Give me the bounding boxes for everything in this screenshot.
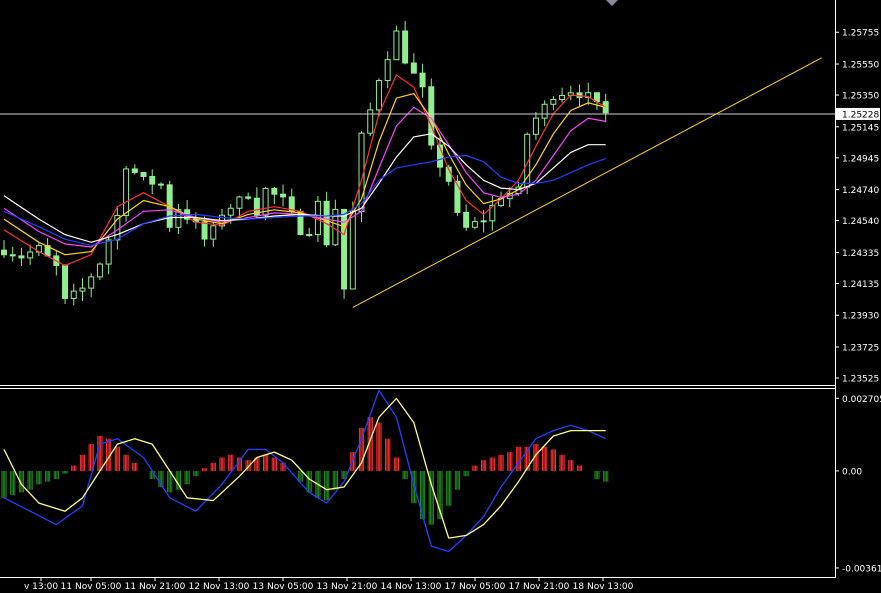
time-tick-label: 18 Nov 13:00 <box>573 582 634 592</box>
time-tick-label: 11 Nov 21:00 <box>125 582 186 592</box>
price-tick-label: 1.25755 <box>842 29 879 39</box>
chart-canvas: 1.25228 1.25755 1.25550 1.25350 1.25145 1.24… <box>0 0 881 593</box>
price-tick-label: 1.23525 <box>842 375 879 385</box>
price-tick-label: 1.25550 <box>842 61 879 71</box>
price-tick-label: 1.25350 <box>842 92 879 102</box>
candle <box>62 264 69 304</box>
price-tick-label: 1.24335 <box>842 249 879 259</box>
current-price-label: 1.25228 <box>842 110 879 120</box>
time-tick-label: 17 Nov 21:00 <box>509 582 570 592</box>
time-tick-label: v 13:00 <box>24 582 58 592</box>
time-tick-label: 12 Nov 13:00 <box>189 582 250 592</box>
price-tick-label: 1.23930 <box>842 312 879 322</box>
candle <box>393 25 400 61</box>
macd-tick-label: 0.002705 <box>842 395 881 405</box>
time-tick-label: 13 Nov 05:00 <box>253 582 314 592</box>
price-tick-label: 1.25145 <box>842 123 879 133</box>
macd-tick-label: 0.00 <box>842 467 862 477</box>
time-tick-label: 14 Nov 13:00 <box>381 582 442 592</box>
macd-tick-label: -0.003613 <box>842 564 881 574</box>
price-tick-label: 1.24945 <box>842 154 879 164</box>
price-tick-label: 1.24135 <box>842 280 879 290</box>
price-tick-label: 1.24740 <box>842 186 879 196</box>
price-tick-label: 1.24540 <box>842 217 879 227</box>
time-tick-label: 13 Nov 21:00 <box>317 582 378 592</box>
time-tick-label: 17 Nov 05:00 <box>445 582 506 592</box>
price-tick-label: 1.23725 <box>842 344 879 354</box>
time-tick-label: 11 Nov 05:00 <box>61 582 122 592</box>
